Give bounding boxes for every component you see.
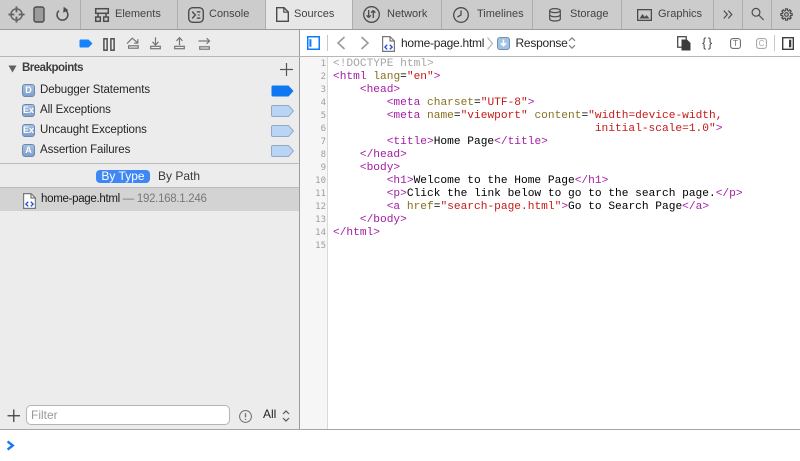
svg-text:T: T: [733, 39, 738, 48]
svg-text:C: C: [759, 39, 765, 48]
